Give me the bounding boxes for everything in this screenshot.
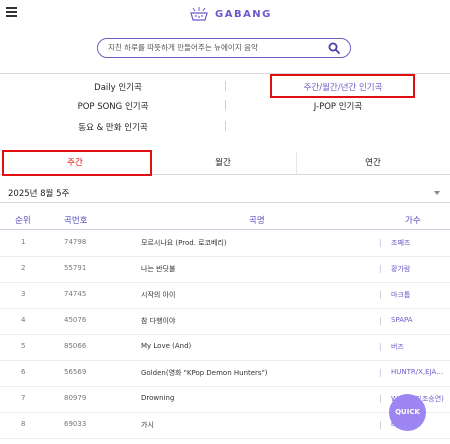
row-song-no: 55791 bbox=[64, 264, 87, 272]
table-row[interactable]: 6 56569 Golden(영화 "KPop Demon Hunters") … bbox=[0, 360, 450, 387]
row-rank: 1 bbox=[21, 238, 26, 246]
logo-icon bbox=[190, 7, 208, 21]
row-song-no: 45076 bbox=[64, 316, 87, 324]
row-rank: 2 bbox=[21, 264, 26, 272]
row-artist[interactable]: 조째즈 bbox=[391, 238, 410, 248]
row-separator bbox=[380, 421, 381, 429]
row-song-no: 74745 bbox=[64, 290, 87, 298]
search-box[interactable]: 지친 하루를 따뜻하게 만들어주는 뉴에이지 음악 bbox=[97, 38, 351, 58]
tab-yearly[interactable]: 연간 bbox=[296, 152, 450, 174]
row-song-no: 85066 bbox=[64, 342, 87, 350]
hamburger-menu-icon[interactable] bbox=[6, 7, 17, 17]
row-rank: 3 bbox=[21, 290, 26, 298]
search-input[interactable]: 지친 하루를 따뜻하게 만들어주는 뉴에이지 음악 bbox=[108, 42, 258, 53]
period-select[interactable]: 2025년 8월 5주 bbox=[0, 183, 450, 203]
row-song-no: 74798 bbox=[64, 238, 87, 246]
search-icon[interactable] bbox=[328, 42, 340, 54]
row-artist[interactable]: 황가람 bbox=[391, 264, 410, 274]
row-artist[interactable]: SPAPA bbox=[391, 316, 413, 324]
logo[interactable]: GABANG bbox=[188, 4, 272, 24]
header-song-no: 곡번호 bbox=[64, 216, 88, 226]
row-rank: 4 bbox=[21, 316, 26, 324]
row-rank: 5 bbox=[21, 342, 26, 350]
row-song-no: 56569 bbox=[64, 368, 87, 376]
category-pop[interactable]: POP SONG 인기곡 bbox=[38, 100, 188, 112]
row-separator bbox=[380, 265, 381, 273]
table-row[interactable]: 7 80979 Drowning WOODZ(조승연) bbox=[0, 386, 450, 413]
period-select-value: 2025년 8월 5주 bbox=[8, 189, 70, 199]
header-title: 곡명 bbox=[249, 216, 265, 226]
table-row[interactable]: 2 55791 나는 반딧불 황가람 bbox=[0, 256, 450, 283]
category-separator bbox=[225, 100, 226, 110]
tab-monthly[interactable]: 월간 bbox=[150, 152, 296, 174]
row-artist[interactable]: HUNTR/X,EJA… bbox=[391, 368, 443, 376]
table-header: 순위 곡번호 곡명 가수 bbox=[0, 209, 450, 230]
header-rank: 순위 bbox=[15, 216, 31, 226]
row-song-no: 80979 bbox=[64, 394, 87, 402]
highlight-box-category bbox=[270, 74, 415, 98]
header-artist: 가수 bbox=[405, 216, 421, 226]
row-rank: 7 bbox=[21, 394, 26, 402]
table-row[interactable]: 3 74745 시작의 아이 마크툽 bbox=[0, 282, 450, 309]
row-rank: 6 bbox=[21, 368, 26, 376]
row-artist[interactable]: 버즈 bbox=[391, 342, 404, 352]
row-title[interactable]: My Love (And) bbox=[141, 342, 191, 350]
table-row[interactable]: 5 85066 My Love (And) 버즈 bbox=[0, 334, 450, 361]
table-row[interactable]: 1 74798 모르시나요 (Prod. 로코베리) 조째즈 bbox=[0, 230, 450, 257]
category-kids[interactable]: 동요 & 만화 인기곡 bbox=[38, 121, 188, 133]
row-separator bbox=[380, 317, 381, 325]
row-title[interactable]: Golden(영화 "KPop Demon Hunters") bbox=[141, 368, 268, 378]
row-separator bbox=[380, 369, 381, 377]
row-title[interactable]: 참 다행이야 bbox=[141, 316, 175, 326]
row-rank: 8 bbox=[21, 420, 26, 428]
category-jpop[interactable]: J-POP 인기곡 bbox=[263, 100, 413, 112]
table-row[interactable]: 8 69033 가시 버즈 bbox=[0, 412, 450, 439]
row-title[interactable]: 가시 bbox=[141, 420, 154, 430]
row-title[interactable]: 모르시나요 (Prod. 로코베리) bbox=[141, 238, 227, 248]
category-separator bbox=[225, 81, 226, 91]
highlight-box-tab bbox=[2, 150, 152, 176]
quick-button[interactable]: QUICK bbox=[389, 394, 426, 431]
chevron-down-icon bbox=[434, 191, 440, 195]
row-separator bbox=[380, 343, 381, 351]
row-separator bbox=[380, 239, 381, 247]
row-separator bbox=[380, 291, 381, 299]
row-title[interactable]: 시작의 아이 bbox=[141, 290, 175, 300]
app-header: GABANG bbox=[0, 0, 450, 28]
row-separator bbox=[380, 395, 381, 403]
row-title[interactable]: 나는 반딧불 bbox=[141, 264, 175, 274]
table-row[interactable]: 4 45076 참 다행이야 SPAPA bbox=[0, 308, 450, 335]
category-separator bbox=[225, 121, 226, 131]
row-song-no: 69033 bbox=[64, 420, 87, 428]
row-artist[interactable]: 마크툽 bbox=[391, 290, 410, 300]
logo-text: GABANG bbox=[215, 8, 272, 20]
row-title[interactable]: Drowning bbox=[141, 394, 174, 402]
category-daily[interactable]: Daily 인기곡 bbox=[43, 81, 193, 93]
